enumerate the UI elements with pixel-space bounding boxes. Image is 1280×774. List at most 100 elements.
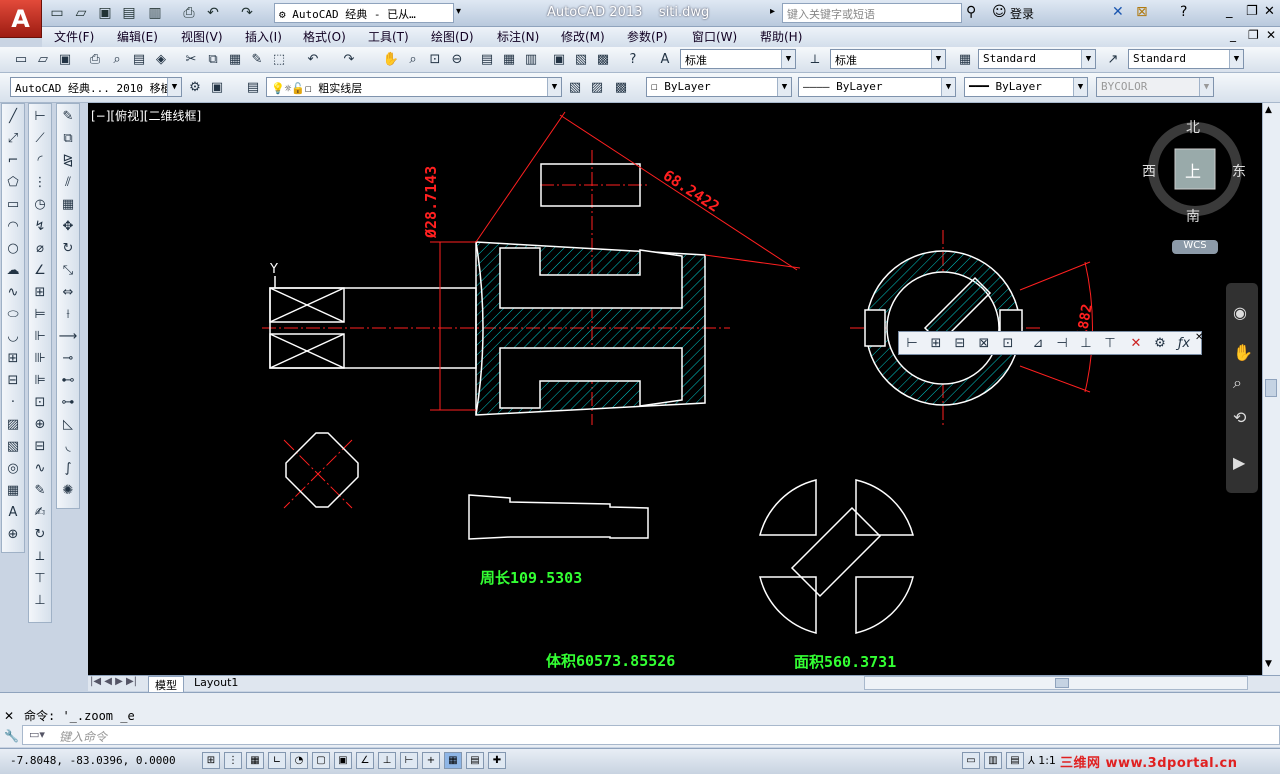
layer-properties-icon[interactable]: ▤ — [244, 78, 262, 96]
viewcube-top[interactable]: 上 — [1185, 158, 1201, 182]
stretch-icon[interactable]: ⇔ — [58, 282, 78, 302]
ordinate-dim-icon[interactable]: ⋮ — [30, 172, 50, 192]
dim-style-select[interactable]: 标准 ▼ — [830, 49, 946, 69]
viewcube[interactable]: 北 南 东 西 上 WCS — [1140, 112, 1250, 262]
polygon-icon[interactable]: ⬠ — [3, 172, 23, 192]
constraint-icon[interactable]: ⊞ — [927, 334, 945, 352]
workspace-settings-icon[interactable]: ⚙ — [186, 78, 204, 96]
region-icon[interactable]: ◎ — [3, 458, 23, 478]
erase-icon[interactable]: ✎ — [58, 106, 78, 126]
angular-dim-icon[interactable]: ∠ — [30, 260, 50, 280]
text-style-icon[interactable]: A — [656, 50, 674, 68]
array-icon[interactable]: ▦ — [58, 194, 78, 214]
tolerance-icon[interactable]: ⊡ — [30, 392, 50, 412]
fillet-icon[interactable]: ◟ — [58, 436, 78, 456]
exchange-icon[interactable]: ✕ — [1112, 4, 1124, 20]
rectangle-icon[interactable]: ▭ — [3, 194, 23, 214]
command-input[interactable]: ▭▾ 键入命令 — [22, 725, 1280, 745]
construction-line-icon[interactable]: ⤢ — [3, 128, 23, 148]
table-style-icon[interactable]: ▦ — [956, 50, 974, 68]
annotation-scale[interactable]: ⅄ 1:1 — [1028, 754, 1056, 767]
qnew-icon[interactable]: ▭ — [12, 50, 30, 68]
open-icon[interactable]: ▱ — [34, 50, 52, 68]
inspection-icon[interactable]: ⊟ — [30, 436, 50, 456]
help-icon[interactable]: ? — [1180, 4, 1187, 20]
zoom-window-icon[interactable]: ⊡ — [426, 50, 444, 68]
coordinate-readout[interactable]: -7.8048, -83.0396, 0.0000 — [10, 754, 176, 767]
steering-wheel-icon[interactable]: ◉ — [1233, 303, 1247, 322]
radius-dim-icon[interactable]: ◷ — [30, 194, 50, 214]
dim-horizontal-icon[interactable]: ⊣ — [1053, 334, 1071, 352]
text-style-select[interactable]: 标准 ▼ — [680, 49, 796, 69]
line-icon[interactable]: ╱ — [3, 106, 23, 126]
pan-icon[interactable]: ✋ — [382, 50, 400, 68]
table-style-select[interactable]: Standard ▼ — [978, 49, 1096, 69]
constraint-2-icon[interactable]: ⊟ — [951, 334, 969, 352]
jogged-linear-icon[interactable]: ∿ — [30, 458, 50, 478]
move-icon[interactable]: ✥ — [58, 216, 78, 236]
arc-length-icon[interactable]: ◜ — [30, 150, 50, 170]
linear-dim-icon[interactable]: ⊢ — [30, 106, 50, 126]
center-mark-icon[interactable]: ⊕ — [30, 414, 50, 434]
grid-display-icon[interactable]: ▦ — [246, 752, 264, 769]
preview-icon[interactable]: ⌕ — [108, 50, 126, 68]
transparency-icon[interactable]: ▦ — [444, 752, 462, 769]
redo-icon[interactable]: ↷ — [340, 50, 358, 68]
mtext-icon[interactable]: A — [3, 502, 23, 522]
snap-mode-icon[interactable]: ⋮ — [224, 752, 242, 769]
gradient-icon[interactable]: ▧ — [3, 436, 23, 456]
spline-icon[interactable]: ∿ — [3, 282, 23, 302]
mirror-icon[interactable]: ⧎ — [58, 150, 78, 170]
menu-help[interactable]: 帮助(H) — [760, 28, 802, 45]
dim-reassoc-icon[interactable]: ⊥ — [30, 590, 50, 610]
customize-icon[interactable]: ▣ — [208, 78, 226, 96]
model-space-icon[interactable]: ▭ — [962, 752, 980, 769]
offset-icon[interactable]: ⫽ — [58, 172, 78, 192]
copy-object-icon[interactable]: ⧉ — [58, 128, 78, 148]
dim-style-icon[interactable]: ⟂ — [806, 50, 824, 68]
match-properties-icon[interactable]: ✎ — [248, 50, 266, 68]
selection-cycling-icon[interactable]: ✚ — [488, 752, 506, 769]
zoom-realtime-icon[interactable]: ⌕ — [404, 50, 422, 68]
layer-select[interactable]: 💡☼🔓☐ 粗实线层 ▼ — [266, 77, 562, 97]
make-current-layer-icon[interactable]: ▧ — [566, 78, 584, 96]
doc-close-icon[interactable]: ✕ — [1266, 28, 1276, 42]
mleader-style-icon[interactable]: ↗ — [1104, 50, 1122, 68]
table-icon[interactable]: ▦ — [3, 480, 23, 500]
login-button[interactable]: 登录 — [1010, 5, 1034, 22]
drawing-canvas[interactable]: Y Ø28.7143 68.2422 1882 周长109.5303 体积605… — [88, 103, 1262, 675]
print-icon[interactable]: ⎙ — [180, 4, 198, 22]
explode-icon[interactable]: ✺ — [58, 480, 78, 500]
linetype-select[interactable]: ———— ByLayer ▼ — [798, 77, 956, 97]
add-selected-icon[interactable]: ⊕ — [3, 524, 23, 544]
qat-dropdown-icon[interactable]: ▾ — [456, 6, 461, 17]
dim-break-icon[interactable]: ⊫ — [30, 370, 50, 390]
zoom-extents-icon[interactable]: ⌕ — [1233, 373, 1242, 393]
revcloud-icon[interactable]: ☁ — [3, 260, 23, 280]
allow-ucs-icon[interactable]: ⊥ — [378, 752, 396, 769]
viewport-controls[interactable]: [−][俯视][二维线框] — [91, 107, 201, 124]
scroll-thumb[interactable] — [1265, 379, 1277, 397]
dim-update-icon[interactable]: ↻ — [30, 524, 50, 544]
close-icon[interactable]: ✕ — [1264, 4, 1275, 19]
paste-icon[interactable]: ▦ — [226, 50, 244, 68]
constraint-4-icon[interactable]: ⊡ — [999, 334, 1017, 352]
menu-window[interactable]: 窗口(W) — [692, 28, 737, 45]
calculator-icon[interactable]: ▩ — [594, 50, 612, 68]
trim-icon[interactable]: ⟊ — [58, 304, 78, 324]
dim-edit-icon[interactable]: ✎ — [30, 480, 50, 500]
quick-view-layouts-icon[interactable]: ▥ — [984, 752, 1002, 769]
menu-parametric[interactable]: 参数(P) — [627, 28, 668, 45]
chamfer-icon[interactable]: ◺ — [58, 414, 78, 434]
viewcube-south[interactable]: 南 — [1186, 206, 1200, 226]
markup-icon[interactable]: ▧ — [572, 50, 590, 68]
point-icon[interactable]: · — [3, 392, 23, 412]
open-file-icon[interactable]: ▱ — [72, 4, 90, 22]
layer-previous-icon[interactable]: ▨ — [588, 78, 606, 96]
viewcube-north[interactable]: 北 — [1186, 117, 1200, 137]
baseline-dim-icon[interactable]: ⊨ — [30, 304, 50, 324]
save-as-icon[interactable]: ▤ — [120, 4, 138, 22]
cut-icon[interactable]: ✂ — [182, 50, 200, 68]
search-input[interactable]: 键入关键字或短语 — [782, 3, 962, 23]
blend-icon[interactable]: ∫ — [58, 458, 78, 478]
